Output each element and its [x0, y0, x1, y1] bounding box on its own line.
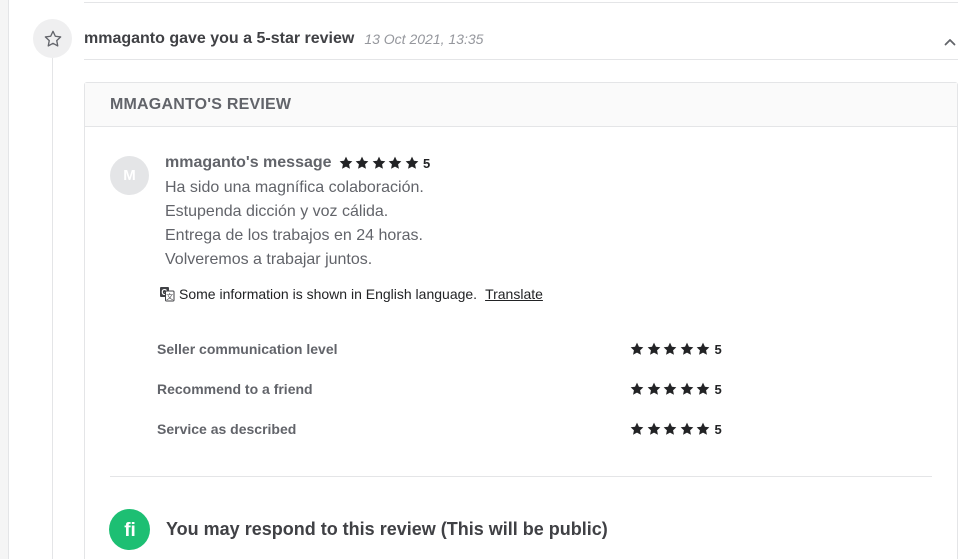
event-timestamp: 13 Oct 2021, 13:35: [364, 31, 484, 47]
star-icon: [696, 422, 710, 435]
section-divider: [110, 476, 932, 477]
criteria-rating: 5: [623, 421, 722, 437]
review-card: MMAGANTO'S REVIEW M mmaganto's message 5…: [84, 82, 958, 559]
criteria-rating-value: 5: [714, 381, 722, 397]
star-icon: [663, 382, 677, 395]
message-line: Ha sido una magnífica colaboración.: [165, 179, 424, 196]
star-icon: [680, 422, 693, 435]
star-icon: [696, 342, 710, 355]
star-icon: [339, 156, 352, 169]
overall-rating-value: 5: [423, 155, 431, 171]
criteria-stars: [629, 421, 712, 437]
criteria-rating-value: 5: [714, 421, 722, 437]
criteria-label: Service as described: [157, 421, 297, 437]
respond-prompt: fi You may respond to this review (This …: [109, 509, 608, 550]
fiverr-logo-icon: fi: [109, 509, 150, 550]
criteria-rating: 5: [623, 381, 722, 397]
svg-text:文: 文: [166, 292, 173, 301]
criteria-rating-value: 5: [714, 341, 722, 357]
respond-text[interactable]: You may respond to this review (This wil…: [166, 519, 608, 540]
criteria-row: Service as described 5: [157, 419, 757, 459]
star-icon: [647, 422, 660, 435]
star-icon: [388, 156, 402, 169]
star-icon: [372, 156, 385, 169]
review-message: mmaganto's message 5 Ha sido una magnífi…: [165, 153, 430, 272]
star-icon: [630, 342, 644, 355]
star-icon: [355, 156, 369, 169]
translate-notice-text: Some information is shown in English lan…: [179, 286, 478, 302]
star-outline-icon: [33, 19, 72, 58]
top-divider: [84, 2, 958, 3]
criteria-row: Recommend to a friend 5: [157, 379, 757, 419]
rating-criteria: Seller communication level 5 Recommend t…: [157, 339, 757, 459]
svg-text:fi: fi: [124, 520, 136, 541]
star-icon: [405, 156, 418, 169]
star-icon: [680, 342, 693, 355]
translate-link[interactable]: Translate: [485, 286, 543, 302]
star-icon: [630, 422, 644, 435]
criteria-label: Recommend to a friend: [157, 381, 313, 397]
message-author: mmaganto's message: [165, 154, 332, 171]
star-icon: [647, 342, 660, 355]
avatar[interactable]: M: [110, 156, 149, 195]
criteria-stars: [629, 341, 712, 357]
star-icon: [696, 382, 710, 395]
translate-notice: G 文 Some information is shown in English…: [159, 286, 543, 302]
criteria-row: Seller communication level 5: [157, 339, 757, 379]
overall-rating-stars: [338, 155, 421, 171]
message-head: mmaganto's message 5: [165, 153, 430, 173]
star-icon: [630, 382, 644, 395]
criteria-label: Seller communication level: [157, 341, 338, 357]
message-line: Entrega de los trabajos en 24 horas.: [165, 227, 423, 244]
review-card-title: MMAGANTO'S REVIEW: [110, 95, 292, 113]
star-icon: [680, 382, 693, 395]
message-body: Ha sido una magnífica colaboración. Estu…: [165, 176, 430, 272]
left-rail: [0, 0, 9, 559]
star-icon: [663, 342, 677, 355]
message-line: Estupenda dicción y voz cálida.: [165, 203, 389, 220]
translate-icon: G 文: [160, 287, 175, 302]
header-divider: [84, 59, 958, 60]
chevron-up-icon[interactable]: [940, 32, 960, 52]
star-icon: [647, 382, 660, 395]
review-card-header: MMAGANTO'S REVIEW: [85, 83, 957, 127]
message-line: Volveremos a trabajar juntos.: [165, 251, 373, 268]
event-title: mmaganto gave you a 5-star review: [84, 30, 355, 47]
star-icon: [663, 422, 677, 435]
criteria-stars: [629, 381, 712, 397]
event-header: mmaganto gave you a 5-star review 13 Oct…: [84, 28, 483, 50]
criteria-rating: 5: [623, 341, 722, 357]
timeline-line: [52, 58, 53, 559]
